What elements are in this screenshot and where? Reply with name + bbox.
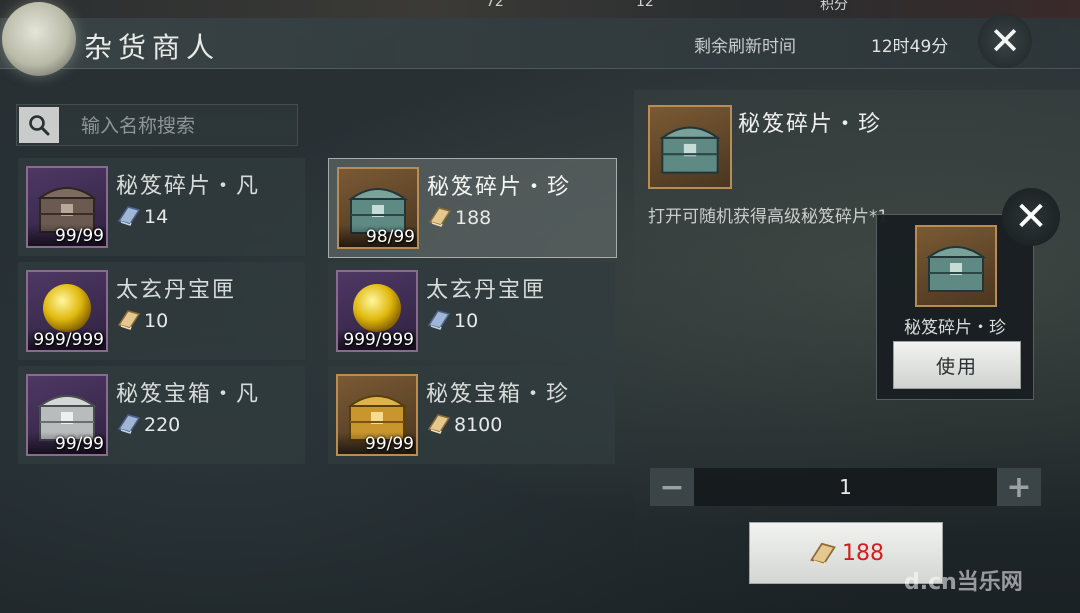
book-currency-icon	[117, 414, 141, 434]
popup-item-name: 秘笈碎片・珍	[904, 318, 1006, 338]
detail-item-thumb	[648, 105, 732, 189]
item-price: 188	[427, 205, 491, 229]
shop-title: 杂货商人	[84, 31, 221, 64]
item-thumb: 98/99	[337, 167, 419, 249]
item-thumb: 99/99	[26, 166, 108, 248]
item-thumb: 999/999	[336, 270, 418, 352]
resource-3: 积分	[820, 0, 848, 13]
item-name: 太玄丹宝匣	[116, 278, 237, 303]
book-currency-icon	[117, 206, 141, 226]
book-currency-icon	[427, 310, 451, 330]
stock-count: 999/999	[33, 330, 104, 350]
total-price: 188	[842, 540, 884, 566]
book-currency-icon	[810, 542, 836, 566]
item-card[interactable]: 99/99 秘笈碎片・凡 14	[18, 158, 305, 256]
item-card[interactable]: 999/999 太玄丹宝匣 10	[328, 262, 615, 360]
item-card-selected[interactable]: 98/99 秘笈碎片・珍 188	[328, 158, 617, 258]
item-name: 秘笈碎片・凡	[116, 174, 261, 199]
close-popup-button[interactable]: ✕	[1002, 188, 1060, 246]
item-name: 太玄丹宝匣	[426, 278, 547, 303]
moon-emblem	[2, 2, 76, 76]
item-card[interactable]: 99/99 秘笈宝箱・凡 220	[18, 366, 305, 464]
item-price: 10	[116, 308, 168, 332]
close-icon: ✕	[1014, 194, 1048, 240]
quantity-stepper: − 1 +	[650, 468, 1041, 506]
close-shop-button[interactable]: ✕	[978, 14, 1032, 68]
detail-description: 打开可随机获得高级秘笈碎片*1	[648, 207, 889, 227]
book-currency-icon	[117, 310, 141, 330]
item-card[interactable]: 99/99 秘笈宝箱・珍 8100	[328, 366, 615, 464]
refresh-label: 剩余刷新时间	[694, 37, 796, 57]
jade-chest-icon	[925, 246, 987, 292]
watermark: d.cn当乐网	[904, 570, 1023, 595]
item-card[interactable]: 999/999 太玄丹宝匣 10	[18, 262, 305, 360]
item-thumb: 99/99	[26, 374, 108, 456]
book-currency-icon	[427, 414, 451, 434]
item-use-popup: 秘笈碎片・珍 使用	[876, 214, 1034, 400]
stock-count: 99/99	[365, 434, 414, 454]
resource-2: 12	[636, 0, 654, 10]
item-price: 10	[426, 308, 478, 332]
top-resource-strip: 72 12 积分	[0, 0, 1080, 18]
quantity-value[interactable]: 1	[694, 468, 997, 506]
detail-item-name: 秘笈碎片・珍	[738, 112, 883, 137]
stock-count: 99/99	[55, 226, 104, 246]
search-button[interactable]	[19, 107, 59, 143]
close-icon: ✕	[989, 19, 1021, 63]
item-name: 秘笈碎片・珍	[427, 175, 572, 200]
item-name: 秘笈宝箱・凡	[116, 382, 261, 407]
stock-count: 98/99	[366, 227, 415, 247]
popup-item-thumb	[915, 225, 997, 307]
item-price: 14	[116, 204, 168, 228]
book-currency-icon	[428, 207, 452, 227]
item-price: 220	[116, 412, 180, 436]
search-input[interactable]	[79, 111, 288, 141]
jade-chest-icon	[659, 126, 721, 174]
increase-button[interactable]: +	[997, 468, 1041, 506]
decrease-button[interactable]: −	[650, 468, 694, 506]
item-name: 秘笈宝箱・珍	[426, 382, 571, 407]
use-button[interactable]: 使用	[893, 341, 1021, 389]
refresh-time: 12时49分	[871, 37, 949, 57]
item-thumb: 999/999	[26, 270, 108, 352]
stock-count: 999/999	[343, 330, 414, 350]
search-bar	[16, 104, 298, 146]
search-icon	[29, 115, 50, 136]
item-price: 8100	[426, 412, 502, 436]
resource-1: 72	[486, 0, 504, 10]
stock-count: 99/99	[55, 434, 104, 454]
item-thumb: 99/99	[336, 374, 418, 456]
